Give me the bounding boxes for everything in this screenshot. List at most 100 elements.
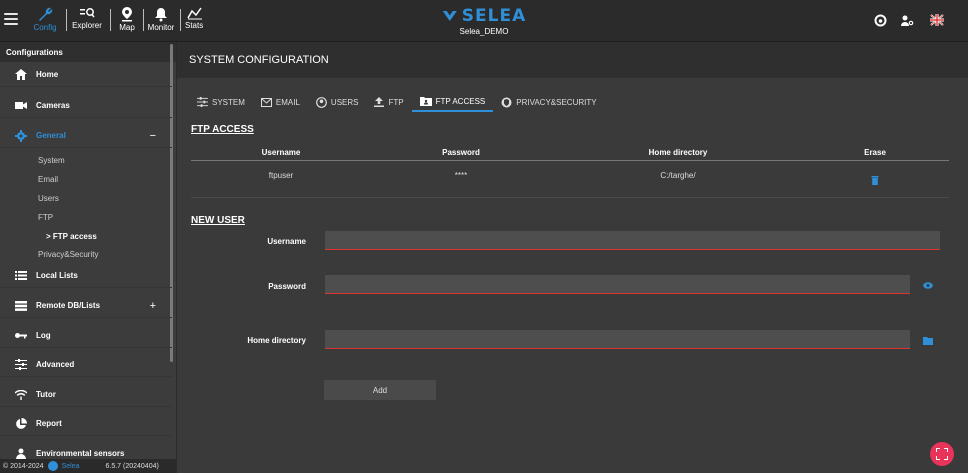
sidebar-item-label: Remote DB/Lists — [36, 301, 101, 310]
sidebar-subitem-email[interactable]: Email — [38, 175, 58, 184]
password-input[interactable] — [325, 275, 910, 294]
sidebar: Configurations Home Cameras General − Sy… — [0, 42, 177, 473]
sidebar-item-label: Advanced — [36, 360, 75, 369]
nav-map[interactable]: Map — [114, 4, 140, 38]
username-input[interactable] — [325, 231, 940, 250]
tab-label: SYSTEM — [212, 97, 245, 107]
table-row: ftpuser **** C:/targhe/ — [191, 166, 949, 198]
sidebar-item-label: General — [36, 131, 66, 140]
chart-icon — [187, 7, 202, 20]
folder-user-icon — [419, 97, 432, 106]
divider — [180, 9, 181, 31]
page-title: SYSTEM CONFIGURATION — [177, 42, 968, 78]
database-icon — [15, 300, 27, 311]
nav-config[interactable]: Config — [30, 4, 60, 38]
cell-password: **** — [454, 171, 468, 180]
trash-icon[interactable] — [871, 176, 879, 185]
language-button[interactable] — [930, 14, 944, 28]
sidebar-item-cameras[interactable]: Cameras — [0, 94, 172, 118]
expand-toggle[interactable]: + — [150, 300, 156, 312]
sidebar-item-log[interactable]: Log — [0, 324, 172, 348]
sidebar-item-general[interactable]: General − — [0, 124, 172, 148]
sidebar-item-label: Log — [36, 331, 51, 340]
collapse-toggle[interactable]: − — [150, 130, 156, 142]
sidebar-item-remote-db[interactable]: Remote DB/Lists + — [0, 294, 172, 318]
tab-label: USERS — [330, 97, 359, 107]
nav-stats[interactable]: Stats — [185, 4, 207, 38]
tab-label: EMAIL — [275, 97, 300, 107]
top-bar: Config Explorer Map Monitor Stats SELEA … — [0, 0, 968, 42]
footer-brand[interactable]: Selea — [62, 463, 80, 470]
gear-icon — [15, 129, 27, 142]
pie-icon — [16, 417, 27, 429]
sidebar-subitem-ftp-access[interactable]: > FTP access — [46, 232, 97, 241]
home-directory-input[interactable] — [325, 330, 910, 349]
tab-ftp-access[interactable]: FTP ACCESS — [411, 92, 494, 112]
tab-privacy-security[interactable]: PRIVACY&SECURITY — [493, 92, 604, 112]
key-icon — [15, 333, 27, 339]
user-circle-icon — [316, 96, 327, 108]
add-button[interactable]: Add — [324, 380, 436, 400]
sensor-icon — [16, 448, 26, 459]
brand: SELEA Selea_DEMO — [442, 6, 526, 36]
camera-icon — [15, 102, 27, 109]
column-password: Password — [442, 148, 480, 157]
support-icon — [874, 14, 887, 27]
user-key-icon — [901, 15, 914, 26]
folder-icon[interactable] — [923, 337, 933, 345]
sidebar-item-label: Home — [36, 70, 59, 79]
sidebar-item-home[interactable]: Home — [0, 63, 172, 87]
divider — [110, 9, 111, 31]
sidebar-item-label: Report — [36, 419, 62, 428]
shield-icon — [501, 97, 512, 107]
user-button[interactable] — [900, 14, 914, 29]
home-directory-label: Home directory — [247, 336, 306, 345]
envelope-icon — [260, 97, 272, 107]
nav-config-label: Config — [33, 23, 57, 32]
fullscreen-button[interactable] — [930, 442, 954, 466]
sidebar-subitem-ftp[interactable]: FTP — [38, 213, 53, 222]
nav-explorer[interactable]: Explorer — [70, 4, 104, 38]
tab-ftp[interactable]: FTP — [366, 92, 411, 112]
search-list-icon — [80, 8, 95, 18]
sidebar-subitem-privacy[interactable]: Privacy&Security — [38, 250, 98, 259]
sliders-icon — [15, 359, 27, 370]
sidebar-item-advanced[interactable]: Advanced — [0, 353, 172, 377]
list-icon — [15, 271, 27, 280]
tab-email[interactable]: EMAIL — [253, 92, 308, 112]
info-icon[interactable] — [47, 461, 58, 471]
version: 6.5.7 (20240404) — [105, 462, 159, 470]
divider — [143, 9, 144, 31]
fullscreen-icon — [936, 448, 948, 460]
tab-users[interactable]: USERS — [308, 92, 367, 112]
nav-monitor[interactable]: Monitor — [146, 4, 176, 38]
nav-map-label: Map — [119, 23, 135, 32]
eye-icon[interactable] — [923, 282, 933, 289]
map-pin-icon — [122, 7, 132, 22]
sidebar-item-label: Environmental sensors — [36, 449, 125, 458]
password-label: Password — [268, 282, 306, 291]
tab-bar: SYSTEM EMAIL USERS FTP FTP ACCESS PRIVAC… — [189, 92, 605, 114]
sidebar-item-tutor[interactable]: Tutor — [0, 383, 172, 407]
sidebar-header: Configurations — [0, 42, 176, 62]
sidebar-item-local-lists[interactable]: Local Lists — [0, 264, 172, 288]
column-username: Username — [261, 148, 301, 157]
wrench-icon — [39, 7, 53, 21]
nav-explorer-label: Explorer — [72, 21, 102, 30]
column-home-directory: Home directory — [648, 148, 708, 157]
sidebar-item-report[interactable]: Report — [0, 412, 172, 436]
sidebar-item-label: Tutor — [36, 390, 56, 399]
tab-label: PRIVACY&SECURITY — [516, 97, 597, 107]
username-label: Username — [267, 237, 306, 246]
help-button[interactable] — [874, 14, 887, 29]
bell-icon — [155, 8, 167, 22]
menu-icon[interactable] — [4, 13, 18, 27]
brand-name: SELEA — [461, 6, 527, 26]
sidebar-subitem-system[interactable]: System — [38, 156, 65, 165]
tab-system[interactable]: SYSTEM — [189, 92, 253, 112]
device-name: Selea_DEMO — [459, 27, 509, 36]
nav-monitor-label: Monitor — [147, 23, 175, 32]
table-header: Username Password Home directory Erase — [191, 145, 949, 161]
sidebar-item-label: Cameras — [36, 101, 70, 110]
sidebar-subitem-users[interactable]: Users — [38, 194, 59, 203]
